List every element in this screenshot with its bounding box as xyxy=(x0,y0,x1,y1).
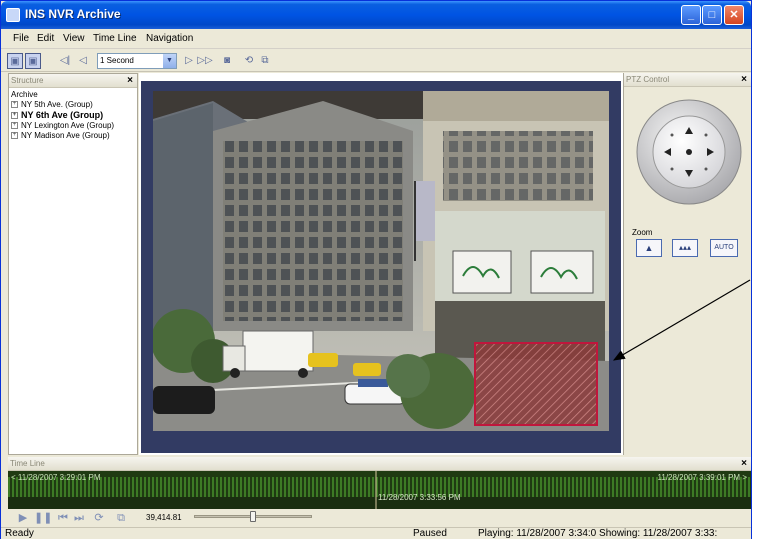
menu-navigation[interactable]: Navigation xyxy=(146,33,193,44)
tree-item-label: NY Madison Ave (Group) xyxy=(21,131,110,140)
tree-root-archive[interactable]: Archive xyxy=(11,90,38,99)
ptz-joystick[interactable] xyxy=(634,97,744,207)
ptz-header: PTZ Control × xyxy=(624,73,751,87)
tree-item-lexington-ave[interactable]: + NY Lexington Ave (Group) xyxy=(11,121,114,130)
frame-back-icon[interactable]: ◁ xyxy=(75,53,91,69)
tree-item-madison-ave[interactable]: + NY Madison Ave (Group) xyxy=(11,131,110,140)
menu-file[interactable]: File xyxy=(13,33,29,44)
close-button[interactable]: ✕ xyxy=(724,5,744,25)
timeline-bars xyxy=(8,471,751,509)
toolbar: ▣ ▣ ◁| ◁ 1 Second ▼ ▷ ▷▷ ◙ ⟲ ⧉ xyxy=(1,50,751,72)
layout-single-icon[interactable]: ▣ xyxy=(7,53,23,69)
save-clip-icon[interactable]: ⧉ xyxy=(114,511,128,525)
skip-end-icon[interactable]: ⏭ xyxy=(72,511,86,525)
status-state: Paused xyxy=(413,528,447,539)
ptz-close-icon[interactable]: × xyxy=(741,73,747,86)
timeline-slider-thumb[interactable] xyxy=(250,511,256,522)
structure-title: Structure xyxy=(11,76,44,85)
minimize-button[interactable]: _ xyxy=(681,5,701,25)
menu-time-line[interactable]: Time Line xyxy=(93,33,137,44)
camera-view[interactable] xyxy=(153,91,609,431)
expand-icon[interactable]: + xyxy=(11,112,18,120)
snapshot-icon[interactable]: ◙ xyxy=(219,53,235,69)
structure-header: Structure × xyxy=(9,74,137,88)
speed-value: 1 Second xyxy=(100,56,134,65)
menu-edit[interactable]: Edit xyxy=(37,33,54,44)
menu-view[interactable]: View xyxy=(63,33,85,44)
timeline-close-icon[interactable]: × xyxy=(741,457,747,470)
speed-select[interactable]: 1 Second ▼ xyxy=(97,53,177,69)
loop-icon[interactable]: ⟲ xyxy=(241,53,257,69)
tree-item-label: NY 5th Ave. (Group) xyxy=(21,100,93,109)
expand-icon[interactable]: + xyxy=(11,101,18,109)
play-icon[interactable]: ▶ xyxy=(16,511,30,525)
tree-item-label: NY 6th Ave (Group) xyxy=(21,110,104,120)
app-icon xyxy=(6,8,20,22)
timeline-title: Time Line xyxy=(10,459,45,468)
step-forward-icon[interactable]: ▷▷ xyxy=(197,53,213,69)
playback-bar: ▶ ❚❚ ⏮ ⏭ ⟳ ⧉ 39,414.81 xyxy=(8,509,751,527)
street-scene-image xyxy=(153,91,609,431)
status-playing: Playing: 11/28/2007 3:34:0 Showing: 11/2… xyxy=(478,528,718,539)
refresh-icon[interactable]: ⟳ xyxy=(92,511,106,525)
title-bar: INS NVR Archive _ □ ✕ xyxy=(1,1,751,29)
frame-forward-icon[interactable]: ▷ xyxy=(181,53,197,69)
timeline-header: Time Line × xyxy=(8,457,751,471)
ptz-title: PTZ Control xyxy=(626,75,670,84)
structure-panel: Structure × Archive + NY 5th Ave. (Group)… xyxy=(8,73,138,455)
expand-icon[interactable]: + xyxy=(11,132,18,140)
step-back-icon[interactable]: ◁| xyxy=(57,53,73,69)
tree-item-label: NY Lexington Ave (Group) xyxy=(21,121,115,130)
structure-close-icon[interactable]: × xyxy=(127,74,133,87)
position-value: 39,414.81 xyxy=(146,513,182,522)
layout-multi-icon[interactable]: ▣ xyxy=(25,53,41,69)
timeline-end-time: 11/28/2007 3:39:01 PM > xyxy=(657,473,747,482)
export-icon[interactable]: ⧉ xyxy=(257,53,273,69)
timeline-cursor-time: 11/28/2007 3:33:56 PM xyxy=(378,493,461,502)
window-title: INS NVR Archive xyxy=(25,7,121,21)
status-ready: Ready xyxy=(5,528,34,539)
timeline-start-time: < 11/28/2007 3:29:01 PM xyxy=(11,473,101,482)
tree-item-6th-ave[interactable]: + NY 6th Ave (Group) xyxy=(11,110,103,120)
timeline-track[interactable]: < 11/28/2007 3:29:01 PM 11/28/2007 3:39:… xyxy=(8,471,751,509)
tree-item-5th-ave[interactable]: + NY 5th Ave. (Group) xyxy=(11,100,93,109)
zoom-label: Zoom xyxy=(632,228,653,237)
pause-icon[interactable]: ❚❚ xyxy=(34,511,52,525)
annotation-arrow xyxy=(612,279,751,361)
expand-icon[interactable]: + xyxy=(11,122,18,130)
skip-start-icon[interactable]: ⏮ xyxy=(56,511,70,525)
chevron-down-icon[interactable]: ▼ xyxy=(163,54,176,68)
status-bar: Ready Paused Playing: 11/28/2007 3:34:0 … xyxy=(1,527,751,539)
menu-bar: File Edit View Time Line Navigation xyxy=(1,29,751,49)
maximize-button[interactable]: □ xyxy=(702,5,722,25)
